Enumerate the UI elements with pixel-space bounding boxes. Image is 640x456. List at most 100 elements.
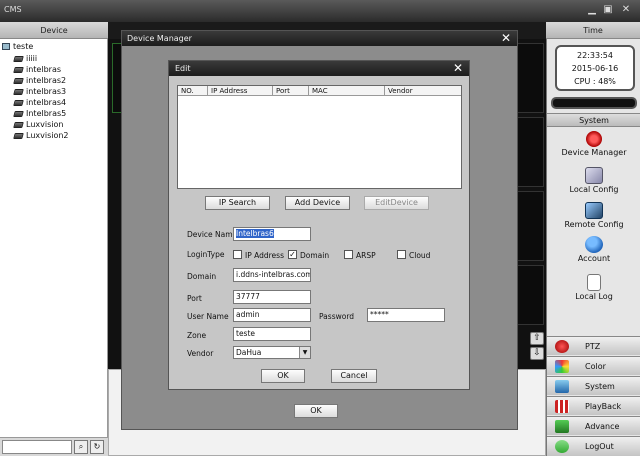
tool-remote-config[interactable]: Remote Config: [547, 202, 640, 229]
maximize-icon[interactable]: ▣: [602, 4, 614, 16]
tree-root[interactable]: teste: [2, 42, 33, 51]
minimize-icon[interactable]: ▁: [586, 4, 598, 16]
user-name-field[interactable]: admin: [233, 308, 311, 322]
video-cell[interactable]: [516, 43, 544, 113]
search-icon[interactable]: ⌕: [74, 440, 88, 454]
nav-label: PTZ: [585, 342, 601, 351]
tree-root-label: teste: [13, 42, 34, 51]
ip-address-checkbox[interactable]: [233, 250, 242, 259]
status-bar: [551, 97, 637, 109]
tree-item-label: Luxvision2: [26, 131, 69, 140]
password-field[interactable]: *****: [367, 308, 445, 322]
group-icon: [2, 43, 10, 50]
domain-field[interactable]: i.ddns-intelbras.com.br: [233, 268, 311, 282]
nav-advance[interactable]: Advance: [547, 416, 640, 435]
device-icon: [13, 110, 24, 117]
ptz-icon: [555, 340, 569, 353]
account-icon: [585, 236, 603, 253]
clock-time: 22:33:54: [577, 51, 613, 60]
tree-item-label: intelbras4: [26, 98, 67, 107]
nav-label: System: [585, 382, 615, 391]
close-icon[interactable]: ✕: [452, 62, 464, 74]
nav-playback[interactable]: PlayBack: [547, 396, 640, 415]
add-device-button[interactable]: Add Device: [285, 196, 350, 210]
video-cell[interactable]: [516, 265, 544, 325]
device-search-table[interactable]: NO. IP Address Port MAC Vendor: [177, 85, 462, 189]
port-field[interactable]: 37777: [233, 290, 311, 304]
cancel-button[interactable]: Cancel: [331, 369, 377, 383]
tool-device-manager[interactable]: Device Manager: [547, 131, 640, 157]
arsp-option-label: ARSP: [356, 251, 376, 260]
tree-item[interactable]: intelbras: [13, 65, 62, 74]
clock-date: 2015-06-16: [571, 64, 619, 73]
refresh-icon[interactable]: ↻: [90, 440, 104, 454]
tool-local-config[interactable]: Local Config: [547, 167, 640, 194]
device-icon: [13, 55, 24, 62]
tree-search-bar: ⌕ ↻: [0, 437, 108, 456]
edit-title: Edit: [169, 61, 469, 76]
tree-item[interactable]: intelbras4: [13, 98, 67, 107]
ip-search-button[interactable]: IP Search: [205, 196, 270, 210]
tool-account[interactable]: Account: [547, 236, 640, 263]
advance-icon: [555, 420, 569, 433]
arrow-down-icon[interactable]: ⇩: [530, 347, 544, 360]
tree-item-label: intelbras2: [26, 76, 67, 85]
tree-item-label: iiiii: [26, 54, 38, 63]
close-icon[interactable]: ✕: [500, 32, 512, 44]
ok-button[interactable]: OK: [261, 369, 305, 383]
tree-item[interactable]: Luxvision2: [13, 131, 69, 140]
device-manager-ok-button[interactable]: OK: [294, 404, 338, 418]
tool-label: Account: [577, 254, 611, 263]
remote-config-icon: [585, 202, 603, 219]
arsp-checkbox[interactable]: [344, 250, 353, 259]
local-log-icon: [587, 274, 601, 291]
tree-item[interactable]: iiiii: [13, 54, 38, 63]
nav-label: LogOut: [585, 442, 614, 451]
vendor-select[interactable]: DaHua ▼: [233, 346, 311, 359]
tool-label: Local Config: [569, 185, 619, 194]
nav-logout[interactable]: LogOut: [547, 436, 640, 456]
video-cell[interactable]: [516, 191, 544, 261]
tree-item-label: intelbras: [26, 65, 62, 74]
clock-display: 22:33:54 2015-06-16 CPU : 48%: [555, 45, 635, 91]
tool-local-log[interactable]: Local Log: [547, 274, 640, 301]
domain-checkbox[interactable]: ✓: [288, 250, 297, 259]
tree-item[interactable]: Luxvision: [13, 120, 64, 129]
arrow-up-icon[interactable]: ⇧: [530, 332, 544, 345]
port-label: Port: [187, 294, 202, 303]
system-header: System: [547, 113, 640, 127]
chevron-down-icon: ▼: [299, 347, 310, 358]
tree-item[interactable]: Intelbras5: [13, 109, 66, 118]
tree-item[interactable]: intelbras2: [13, 76, 67, 85]
edit-dialog: Edit ✕ NO. IP Address Port MAC Vendor IP…: [168, 60, 470, 390]
device-manager-title: Device Manager: [122, 31, 517, 46]
edit-device-button[interactable]: EditDevice: [364, 196, 429, 210]
nav-ptz[interactable]: PTZ: [547, 336, 640, 355]
column-header-ip: IP Address: [208, 86, 273, 96]
nav-system[interactable]: System: [547, 376, 640, 395]
close-icon[interactable]: ✕: [620, 4, 632, 16]
device-name-label: Device Name: [187, 230, 238, 239]
domain-option-label: Domain: [300, 251, 330, 260]
right-panel: 22:33:54 2015-06-16 CPU : 48% System Dev…: [546, 39, 640, 456]
column-header-mac: MAC: [309, 86, 385, 96]
domain-label: Domain: [187, 272, 217, 281]
system-icon: [555, 380, 569, 393]
nav-label: Advance: [585, 422, 620, 431]
vendor-label: Vendor: [187, 349, 214, 358]
tree-item[interactable]: intelbras3: [13, 87, 66, 96]
tree-item-label: Luxvision: [26, 120, 64, 129]
nav-color[interactable]: Color: [547, 356, 640, 375]
tool-label: Remote Config: [564, 220, 624, 229]
nav-label: PlayBack: [585, 402, 622, 411]
device-name-value: Intelbras6: [236, 229, 274, 238]
video-cell[interactable]: [516, 117, 544, 187]
ip-address-option-label: IP Address: [245, 251, 284, 260]
zone-field[interactable]: teste: [233, 327, 311, 341]
device-name-field[interactable]: Intelbras6: [233, 227, 311, 241]
user-name-label: User Name: [187, 312, 229, 321]
cloud-checkbox[interactable]: [397, 250, 406, 259]
tree-search-input[interactable]: [2, 440, 72, 454]
time-column-header: Time: [546, 22, 640, 39]
column-header-vendor: Vendor: [385, 86, 461, 96]
